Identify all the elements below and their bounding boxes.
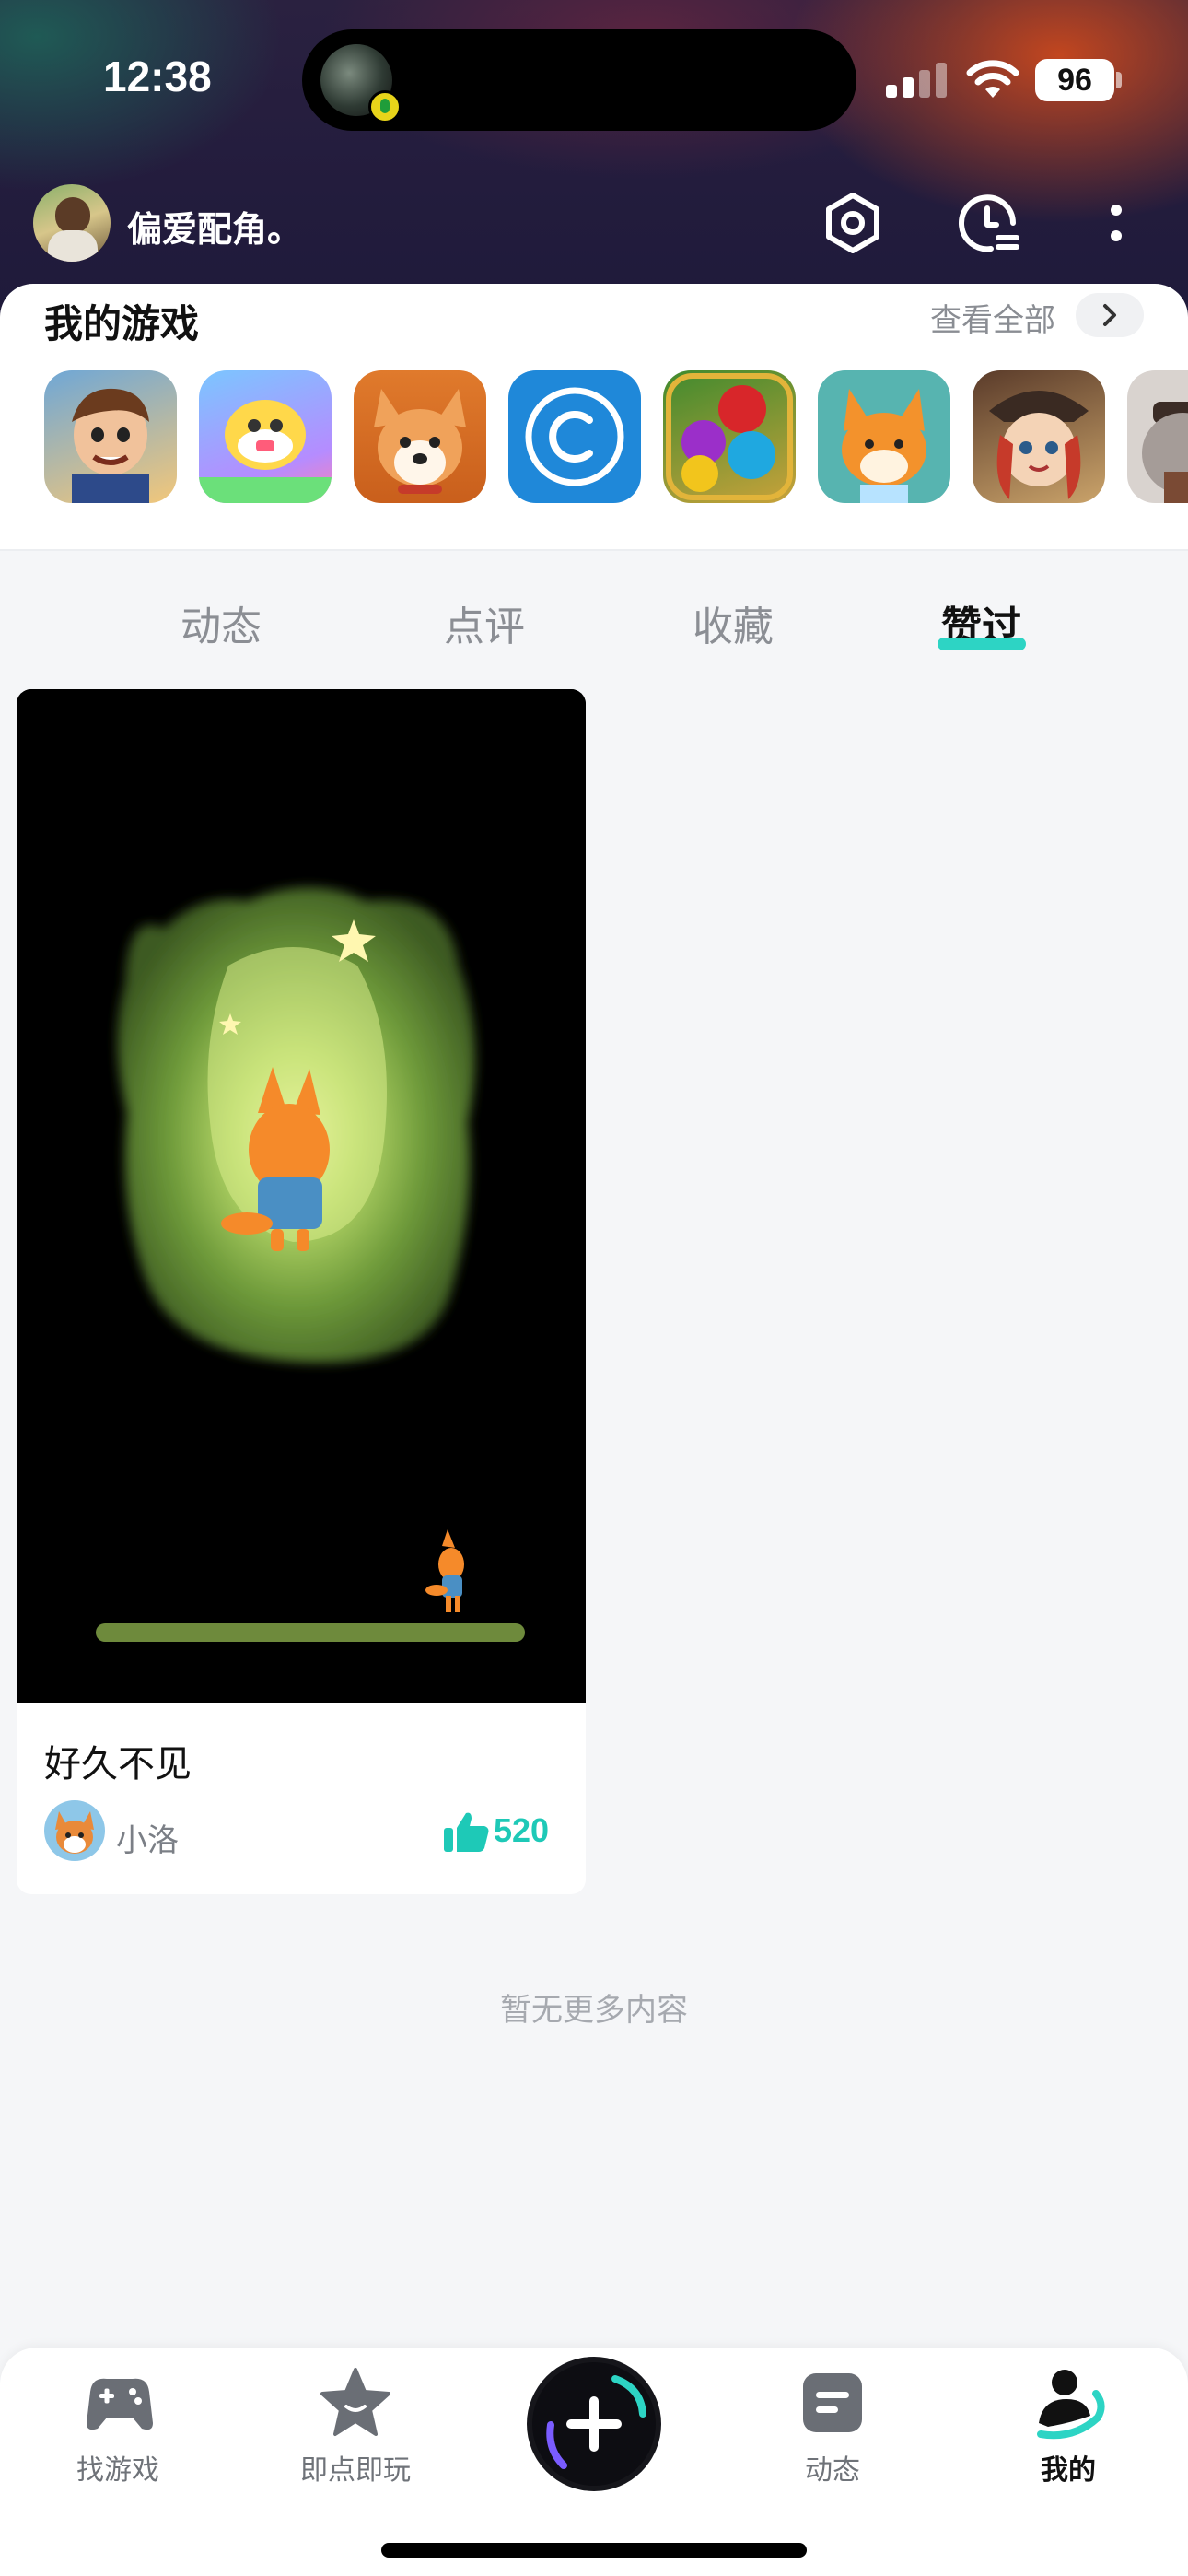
view-all-chevron-icon[interactable] <box>1076 293 1144 337</box>
profile-icon[interactable] <box>1030 2364 1107 2441</box>
like-count: 520 <box>494 1811 550 1849</box>
pirate-girl-app-icon[interactable] <box>973 370 1105 503</box>
view-all-link[interactable]: 查看全部 <box>930 295 1055 340</box>
nav-instant-play-label[interactable]: 即点即玩 <box>263 2447 448 2488</box>
active-tab-indicator <box>938 638 1026 650</box>
dynamic-island[interactable] <box>302 29 856 131</box>
battery-level: 96 <box>1035 59 1114 101</box>
nav-find-games-label[interactable]: 找游戏 <box>26 2447 210 2488</box>
elephant-app-icon[interactable] <box>1127 370 1188 503</box>
no-more-content-text: 暂无更多内容 <box>500 1992 688 2029</box>
battery-tip <box>1116 72 1122 88</box>
live-activity-badge-icon <box>368 90 402 123</box>
status-time: 12:38 <box>103 53 212 100</box>
plus-icon <box>546 2375 646 2469</box>
star-icon[interactable] <box>317 2364 394 2441</box>
post-cover-image <box>17 689 586 1703</box>
create-post-button[interactable] <box>527 2357 661 2491</box>
user-avatar[interactable] <box>33 184 111 262</box>
jetpack-hero-app-icon[interactable] <box>44 370 177 503</box>
more-options-icon[interactable] <box>1083 190 1149 256</box>
cellular-signal-icon <box>886 63 950 98</box>
username[interactable]: 偏爱配角。 <box>127 201 302 252</box>
home-indicator <box>381 2543 807 2558</box>
post-title: 好久不见 <box>44 1743 192 1786</box>
corgi-dog-app-icon[interactable] <box>354 370 486 503</box>
author-avatar[interactable] <box>44 1800 105 1861</box>
nav-feed-label[interactable]: 动态 <box>740 2447 925 2488</box>
cartoon-robot-app-icon[interactable] <box>199 370 332 503</box>
copyright-c-app-icon[interactable] <box>508 370 641 503</box>
history-clock-icon[interactable] <box>954 190 1020 256</box>
colorful-balls-app-icon[interactable] <box>663 370 796 503</box>
author-name[interactable]: 小洛 <box>116 1815 179 1860</box>
gamepad-icon[interactable] <box>81 2364 158 2441</box>
tab-favorites[interactable]: 收藏 <box>659 593 807 652</box>
nav-me-label[interactable]: 我的 <box>976 2447 1160 2488</box>
feed-icon[interactable] <box>794 2364 871 2441</box>
settings-icon[interactable] <box>820 190 886 256</box>
my-games-list <box>44 370 1188 503</box>
tab-reviews[interactable]: 点评 <box>411 593 558 652</box>
tab-posts[interactable]: 动态 <box>147 593 295 652</box>
thumbs-up-icon[interactable] <box>442 1809 490 1854</box>
section-divider <box>0 549 1188 551</box>
liked-post-card[interactable]: 好久不见 小洛 520 <box>17 689 586 1894</box>
my-games-title: 我的游戏 <box>44 301 200 346</box>
wifi-icon <box>966 60 1019 98</box>
orange-fox-app-icon[interactable] <box>818 370 950 503</box>
